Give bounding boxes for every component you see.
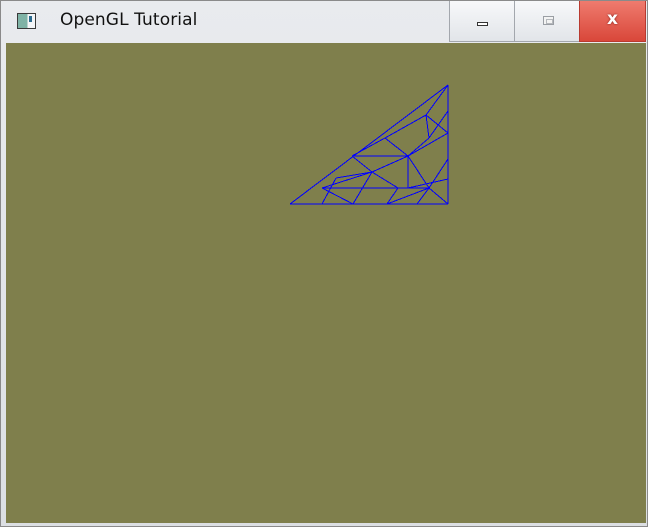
title-bar[interactable]: OpenGL Tutorial x [1,1,647,43]
mesh-edge [371,155,409,173]
application-icon[interactable] [17,13,36,29]
mesh-edge [335,171,373,179]
mesh-edge [384,114,427,139]
mesh-edge [351,155,373,173]
mesh-edge [428,187,449,205]
mesh-edge [407,137,430,157]
wireframe-canvas [289,84,449,205]
maximize-icon [543,16,554,25]
mesh-edge [428,110,449,139]
mesh-edge [321,177,337,205]
mesh-edge [425,114,430,139]
mesh-edge [289,84,449,205]
mesh-edge [407,132,449,157]
mesh-edge [425,84,449,116]
maximize-button[interactable] [514,1,580,42]
window-title: OpenGL Tutorial [60,10,198,30]
close-icon: x [607,9,618,29]
opengl-viewport[interactable] [6,43,646,523]
triangle-mesh-wireframe [289,84,449,205]
mesh-edge [384,137,409,157]
mesh-edge [407,155,430,189]
mesh-edge [351,137,386,157]
opengl-window: OpenGL Tutorial x [0,0,648,527]
minimize-icon [477,22,488,26]
minimize-button[interactable] [449,1,515,42]
mesh-edge [371,171,399,189]
mesh-edge [425,114,449,134]
mesh-edge [428,158,449,189]
close-button[interactable]: x [579,1,646,42]
